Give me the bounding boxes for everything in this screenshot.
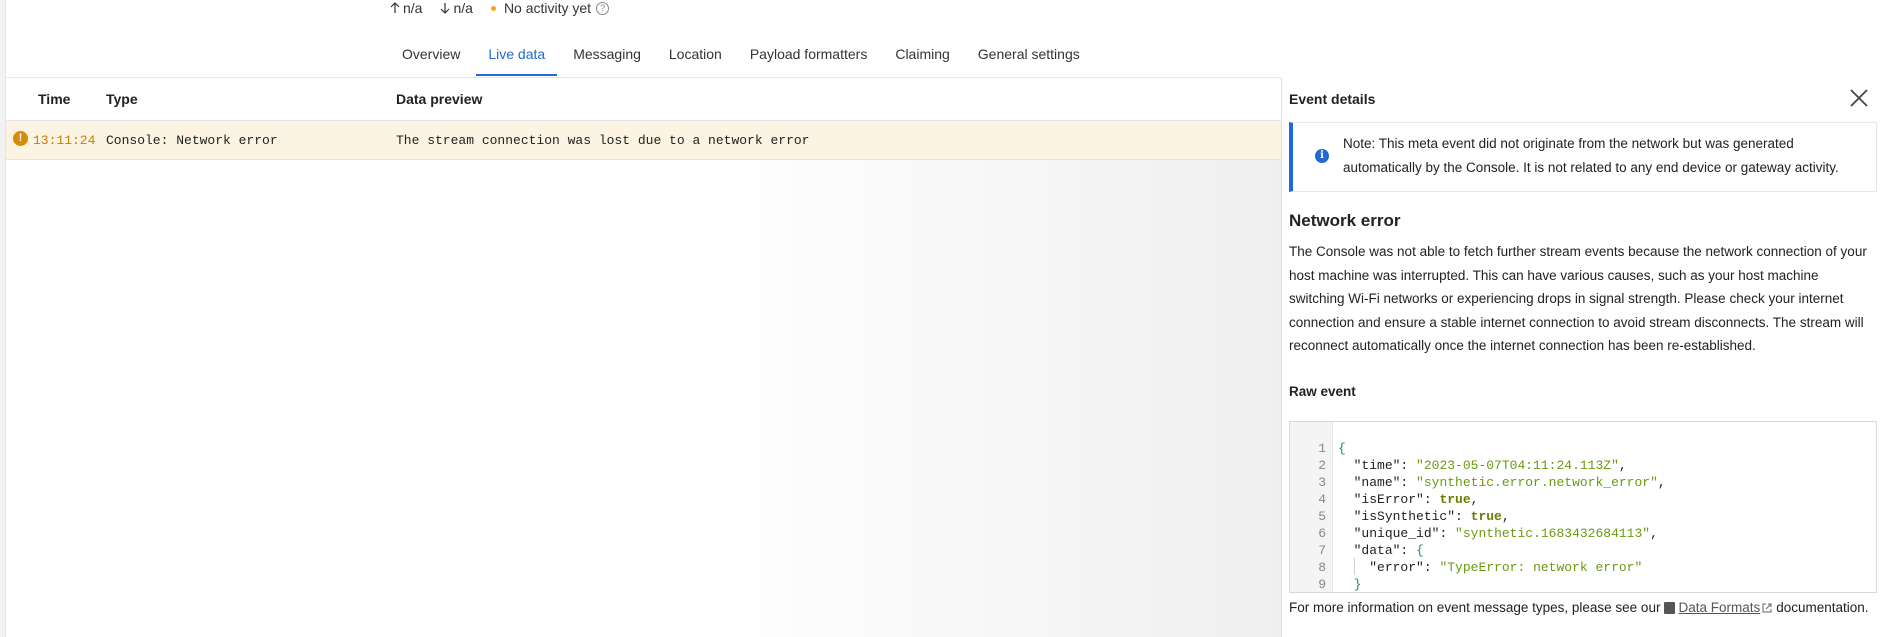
tab-general-settings[interactable]: General settings bbox=[966, 42, 1092, 76]
event-time: 13:11:24 bbox=[33, 133, 96, 148]
event-preview: The stream connection was lost due to a … bbox=[396, 133, 810, 148]
info-icon: i bbox=[1315, 149, 1329, 163]
header-data-preview: Data preview bbox=[396, 91, 483, 107]
live-data-table: Time Type Data preview ! 13:11:24 Consol… bbox=[6, 78, 1281, 637]
header-time: Time bbox=[38, 91, 71, 107]
tab-payload-formatters[interactable]: Payload formatters bbox=[738, 42, 880, 76]
uplink-stat: n/a bbox=[390, 0, 422, 16]
uplink-count: n/a bbox=[403, 0, 423, 16]
table-row[interactable]: ! 13:11:24 Console: Network error The st… bbox=[6, 121, 1281, 160]
book-icon bbox=[1664, 601, 1676, 614]
tab-claiming[interactable]: Claiming bbox=[883, 42, 961, 76]
tab-overview[interactable]: Overview bbox=[390, 42, 472, 76]
code-line: 10} bbox=[1290, 576, 1337, 592]
meta-event-note: i Note: This meta event did not originat… bbox=[1289, 122, 1877, 192]
help-icon[interactable]: ? bbox=[596, 1, 610, 15]
event-details-panel: Event details i Note: This meta event di… bbox=[1281, 78, 1884, 637]
activity-text: No activity yet bbox=[503, 0, 592, 16]
status-dot bbox=[490, 5, 496, 11]
code-line: 8 "error": "TypeError: network error" bbox=[1318, 560, 1643, 575]
raw-event-label: Raw event bbox=[1289, 384, 1356, 399]
close-icon[interactable] bbox=[1847, 86, 1871, 110]
external-link-icon bbox=[1762, 603, 1772, 612]
code-line: 2 "time": "2023-05-07T04:11:24.113Z", bbox=[1318, 458, 1627, 473]
tab-location[interactable]: Location bbox=[657, 42, 734, 76]
code-line: 5 "isSynthetic": true, bbox=[1318, 509, 1510, 524]
note-text: Note: This meta event did not originate … bbox=[1343, 136, 1839, 175]
code-line: 9 } bbox=[1318, 577, 1362, 592]
footer-note: For more information on event message ty… bbox=[1289, 600, 1869, 615]
arrow-up-icon bbox=[390, 2, 400, 13]
raw-event-code[interactable]: 1{ 2 "time": "2023-05-07T04:11:24.113Z",… bbox=[1289, 421, 1877, 593]
tab-messaging[interactable]: Messaging bbox=[561, 42, 653, 76]
code-line: 6 "unique_id": "synthetic.1683432684113"… bbox=[1318, 526, 1658, 541]
activity-status: No activity yet ? bbox=[490, 0, 610, 16]
code-line: 7 "data": { bbox=[1318, 543, 1424, 558]
device-stats: n/a n/a No activity yet ? bbox=[390, 0, 627, 16]
event-heading: Network error bbox=[1289, 211, 1401, 230]
tab-live-data[interactable]: Live data bbox=[476, 42, 558, 76]
downlink-count: n/a bbox=[453, 0, 473, 16]
header-type: Type bbox=[106, 91, 138, 107]
downlink-stat: n/a bbox=[440, 0, 473, 16]
code-line: 1{ bbox=[1318, 441, 1346, 456]
data-formats-link[interactable]: Data Formats bbox=[1678, 600, 1760, 615]
arrow-down-icon bbox=[441, 3, 450, 14]
event-description: The Console was not able to fetch furthe… bbox=[1289, 244, 1867, 354]
device-tabs: Overview Live data Messaging Location Pa… bbox=[390, 42, 1096, 76]
warning-icon: ! bbox=[13, 131, 28, 146]
code-line: 3 "name": "synthetic.error.network_error… bbox=[1318, 475, 1666, 490]
event-type: Console: Network error bbox=[106, 133, 278, 148]
code-line: 4 "isError": true, bbox=[1318, 492, 1479, 507]
table-header: Time Type Data preview bbox=[6, 78, 1281, 121]
panel-title: Event details bbox=[1289, 91, 1376, 107]
